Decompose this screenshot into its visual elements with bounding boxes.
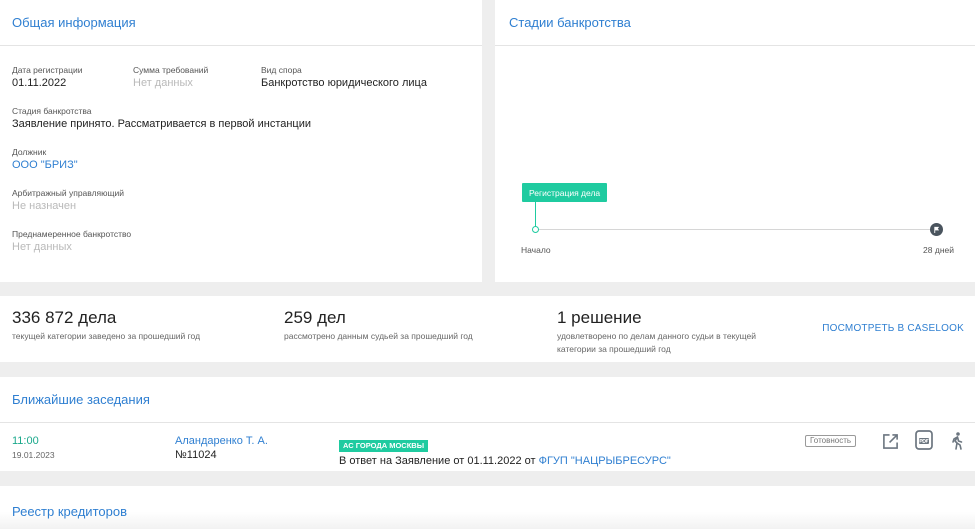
- room-number: №11024: [175, 449, 217, 461]
- claim-sum-value: Нет данных: [133, 77, 193, 89]
- hearing-description-text: В ответ на Заявление от 01.11.2022 от: [339, 455, 536, 467]
- judge-link[interactable]: Аландаренко Т. А.: [175, 434, 268, 448]
- claim-sum-label: Сумма требований: [133, 65, 209, 75]
- field-deliberate-bankruptcy: Преднамеренное банкротство Нет данных: [12, 229, 131, 254]
- hearing-date-value: 19.01.2023: [12, 450, 55, 460]
- field-claim-sum: Сумма требований Нет данных: [133, 65, 208, 90]
- hearings-card: Ближайшие заседания 11:00 19.01.2023 Ала…: [0, 377, 975, 471]
- readiness-badge: Готовность: [805, 435, 857, 447]
- pdf-document-icon[interactable]: [914, 430, 934, 450]
- arbitration-manager-label: Арбитражный управляющий: [12, 188, 125, 198]
- timeline-start-dot: [532, 226, 539, 233]
- stat-cases-reviewed: 259 дел рассмотрено данным судьей за про…: [284, 308, 524, 343]
- hearing-description: В ответ на Заявление от 01.11.2022 от ФГ…: [339, 454, 779, 468]
- general-info-title: Общая информация: [12, 15, 136, 30]
- stage-marker-tag[interactable]: Регистрация дела: [522, 183, 608, 202]
- view-in-caselook-link[interactable]: ПОСМОТРЕТЬ В CASELOOK: [822, 323, 964, 334]
- stat-cases-reviewed-number: 259 дел: [284, 308, 346, 327]
- field-bankruptcy-stage: Стадия банкротства Заявление принято. Ра…: [12, 106, 311, 131]
- stat-cases-filed-desc: текущей категории заведено за прошедший …: [12, 331, 201, 341]
- hearing-details: АС ГОРОДА МОСКВЫ В ответ на Заявление от…: [339, 435, 779, 468]
- bankruptcy-stage-label: Стадия банкротства: [12, 106, 92, 116]
- dispute-type-label: Вид спора: [261, 65, 302, 75]
- field-dispute-type: Вид спора Банкротство юридического лица: [261, 65, 427, 90]
- hearing-time: 11:00 19.01.2023: [12, 434, 55, 462]
- stat-decisions-number: 1 решение: [557, 308, 642, 327]
- dispute-type-value: Банкротство юридического лица: [261, 77, 427, 89]
- hearing-judge: Аландаренко Т. А. №11024: [175, 434, 268, 462]
- table-row[interactable]: 11:00 19.01.2023 Аландаренко Т. А. №1102…: [0, 424, 975, 471]
- stat-cases-filed: 336 872 дела текущей категории заведено …: [12, 308, 252, 343]
- bankruptcy-stage-value: Заявление принято. Рассматривается в пер…: [12, 118, 312, 130]
- debtor-link[interactable]: ООО "БРИЗ": [12, 158, 78, 172]
- arbitration-manager-value: Не назначен: [12, 200, 77, 212]
- field-debtor: Должник ООО "БРИЗ": [12, 147, 78, 172]
- stat-cases-reviewed-desc: рассмотрено данным судьей за прошедший г…: [284, 331, 473, 341]
- bankruptcy-stages-title: Стадии банкротства: [509, 15, 631, 30]
- field-reg-date: Дата регистрации 01.11.2022: [12, 65, 82, 90]
- reg-date-label: Дата регистрации: [12, 65, 83, 75]
- stat-decisions: 1 решение удовлетворено по делам данного…: [557, 308, 782, 356]
- hearings-header: Ближайшие заседания: [0, 377, 975, 423]
- hearing-time-value: 11:00: [12, 435, 39, 447]
- stats-bar: 336 872 дела текущей категории заведено …: [0, 296, 975, 362]
- finish-flag-icon: [930, 223, 943, 236]
- stat-cases-filed-number: 336 872 дела: [12, 308, 117, 327]
- general-info-card: Общая информация Дата регистрации 01.11.…: [0, 0, 482, 282]
- timeline-line: [536, 229, 936, 230]
- creditors-title: Реестр кредиторов: [12, 504, 127, 519]
- timeline-start-label: Начало: [521, 245, 551, 255]
- reg-date-value: 01.11.2022: [12, 77, 67, 89]
- hearings-title: Ближайшие заседания: [12, 392, 150, 407]
- deliberate-bankruptcy-label: Преднамеренное банкротство: [12, 229, 132, 239]
- stage-marker-label: Регистрация дела: [529, 187, 601, 198]
- bankruptcy-stages-header: Стадии банкротства: [495, 0, 975, 46]
- creditor-link[interactable]: ФГУП "НАЦРЫБРЕСУРС": [539, 455, 671, 467]
- deliberate-bankruptcy-value: Нет данных: [12, 241, 72, 253]
- creditors-card: Реестр кредиторов: [0, 486, 975, 529]
- open-external-icon[interactable]: [880, 431, 900, 451]
- creditors-header: Реестр кредиторов: [0, 486, 975, 521]
- general-info-header: Общая информация: [0, 0, 482, 46]
- debtor-label: Должник: [12, 147, 47, 157]
- stage-marker-stem: [535, 202, 536, 227]
- court-badge: АС ГОРОДА МОСКВЫ: [339, 440, 429, 452]
- timeline-end-label: 28 дней: [923, 245, 954, 255]
- walking-person-icon[interactable]: [947, 431, 967, 451]
- bankruptcy-stages-card: Стадии банкротства Регистрация дела Нача…: [495, 0, 975, 282]
- field-arbitration-manager: Арбитражный управляющий Не назначен: [12, 188, 124, 213]
- stat-decisions-desc: удовлетворено по делам данного судьи в т…: [557, 331, 757, 354]
